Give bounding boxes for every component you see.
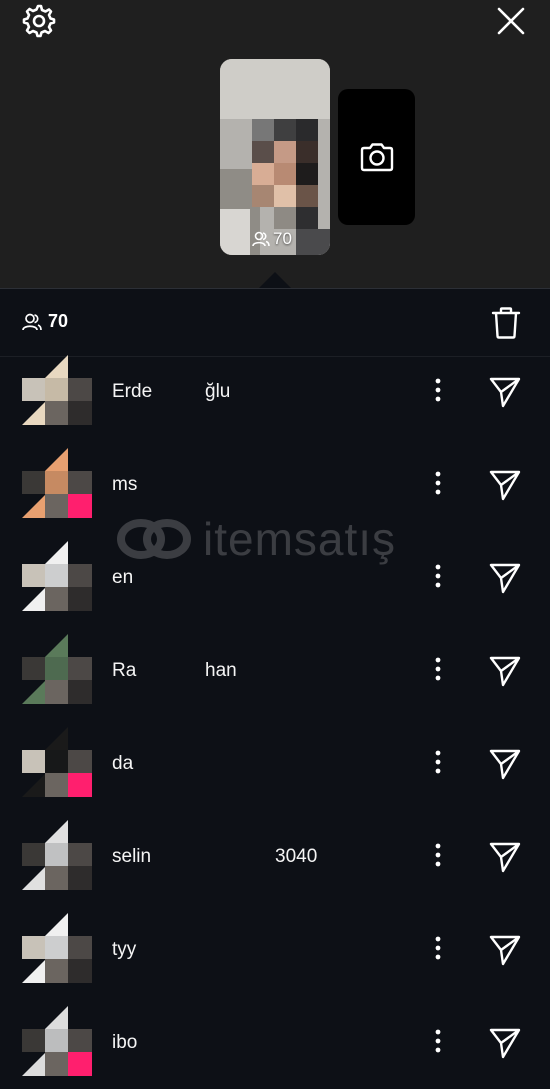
viewer-row[interactable]: ms bbox=[0, 438, 550, 531]
more-options-icon[interactable] bbox=[426, 375, 450, 405]
avatar-image bbox=[22, 634, 92, 704]
viewer-username-end: 3040 bbox=[275, 846, 318, 867]
dots-glyph bbox=[435, 936, 441, 960]
paper-plane-glyph bbox=[489, 656, 521, 687]
more-options-icon[interactable] bbox=[426, 1026, 450, 1056]
story-thumbnail[interactable]: 70 bbox=[220, 59, 330, 255]
more-options-icon[interactable] bbox=[426, 747, 450, 777]
avatar-image bbox=[22, 727, 92, 797]
viewer-username[interactable]: Erde bbox=[112, 381, 152, 403]
viewer-avatar[interactable] bbox=[22, 727, 92, 797]
viewer-username[interactable]: tyy bbox=[112, 939, 136, 961]
more-options-icon[interactable] bbox=[426, 561, 450, 591]
viewers-count: 70 bbox=[22, 311, 68, 332]
dots-glyph bbox=[435, 750, 441, 774]
avatar-image bbox=[22, 1006, 92, 1076]
viewer-avatar[interactable] bbox=[22, 355, 92, 425]
story-image-pixelated bbox=[220, 59, 330, 255]
dots-glyph bbox=[435, 657, 441, 681]
viewer-avatar[interactable] bbox=[22, 820, 92, 890]
add-story-button[interactable] bbox=[338, 89, 415, 225]
viewer-row[interactable]: en bbox=[0, 531, 550, 624]
paper-plane-glyph bbox=[489, 377, 521, 408]
story-viewer-count: 70 bbox=[252, 229, 292, 249]
send-message-icon[interactable] bbox=[488, 561, 522, 595]
viewer-username[interactable]: selin bbox=[112, 846, 151, 868]
paper-plane-glyph bbox=[489, 470, 521, 501]
viewer-avatar[interactable] bbox=[22, 634, 92, 704]
delete-story-trash-icon[interactable] bbox=[490, 306, 522, 340]
viewer-row[interactable]: Erde ğlu bbox=[0, 345, 550, 438]
viewer-row[interactable]: Ra han bbox=[0, 624, 550, 717]
camera-icon bbox=[360, 143, 393, 172]
send-message-icon[interactable] bbox=[488, 654, 522, 688]
dots-glyph bbox=[435, 471, 441, 495]
paper-plane-glyph bbox=[489, 749, 521, 780]
viewers-icon bbox=[22, 313, 42, 330]
viewers-icon bbox=[252, 231, 270, 247]
viewer-username[interactable]: Ra bbox=[112, 660, 136, 682]
paper-plane-glyph bbox=[489, 935, 521, 966]
more-options-icon[interactable] bbox=[426, 840, 450, 870]
story-viewer-count-value: 70 bbox=[273, 229, 292, 248]
viewers-count-value: 70 bbox=[48, 311, 69, 331]
send-message-icon[interactable] bbox=[488, 933, 522, 967]
avatar-image bbox=[22, 913, 92, 983]
viewer-avatar[interactable] bbox=[22, 913, 92, 983]
story-preview-panel: 70 bbox=[0, 0, 550, 289]
selected-story-pointer bbox=[258, 272, 292, 289]
viewer-username[interactable]: ms bbox=[112, 474, 137, 496]
viewer-row[interactable]: tyy bbox=[0, 903, 550, 996]
more-options-icon[interactable] bbox=[426, 468, 450, 498]
avatar-image bbox=[22, 541, 92, 611]
dots-glyph bbox=[435, 843, 441, 867]
viewer-username-end: ğlu bbox=[205, 381, 231, 402]
close-icon[interactable] bbox=[496, 6, 526, 36]
avatar-image bbox=[22, 448, 92, 518]
send-message-icon[interactable] bbox=[488, 375, 522, 409]
viewer-row[interactable]: selin 3040 bbox=[0, 810, 550, 903]
settings-gear-icon[interactable] bbox=[22, 4, 56, 38]
send-message-icon[interactable] bbox=[488, 747, 522, 781]
viewer-username[interactable]: ibo bbox=[112, 1032, 137, 1054]
viewer-row[interactable]: da bbox=[0, 717, 550, 810]
avatar-image bbox=[22, 820, 92, 890]
viewer-avatar[interactable] bbox=[22, 541, 92, 611]
dots-glyph bbox=[435, 564, 441, 588]
viewer-username-end: han bbox=[205, 660, 237, 681]
send-message-icon[interactable] bbox=[488, 468, 522, 502]
more-options-icon[interactable] bbox=[426, 933, 450, 963]
viewer-avatar[interactable] bbox=[22, 448, 92, 518]
paper-plane-glyph bbox=[489, 1028, 521, 1059]
paper-plane-glyph bbox=[489, 842, 521, 873]
more-options-icon[interactable] bbox=[426, 654, 450, 684]
dots-glyph bbox=[435, 1029, 441, 1053]
viewer-row[interactable]: ibo bbox=[0, 996, 550, 1089]
viewer-username[interactable]: en bbox=[112, 567, 133, 589]
viewer-avatar[interactable] bbox=[22, 1006, 92, 1076]
dots-glyph bbox=[435, 378, 441, 402]
send-message-icon[interactable] bbox=[488, 1026, 522, 1060]
avatar-image bbox=[22, 355, 92, 425]
send-message-icon[interactable] bbox=[488, 840, 522, 874]
viewer-username[interactable]: da bbox=[112, 753, 133, 775]
paper-plane-glyph bbox=[489, 563, 521, 594]
